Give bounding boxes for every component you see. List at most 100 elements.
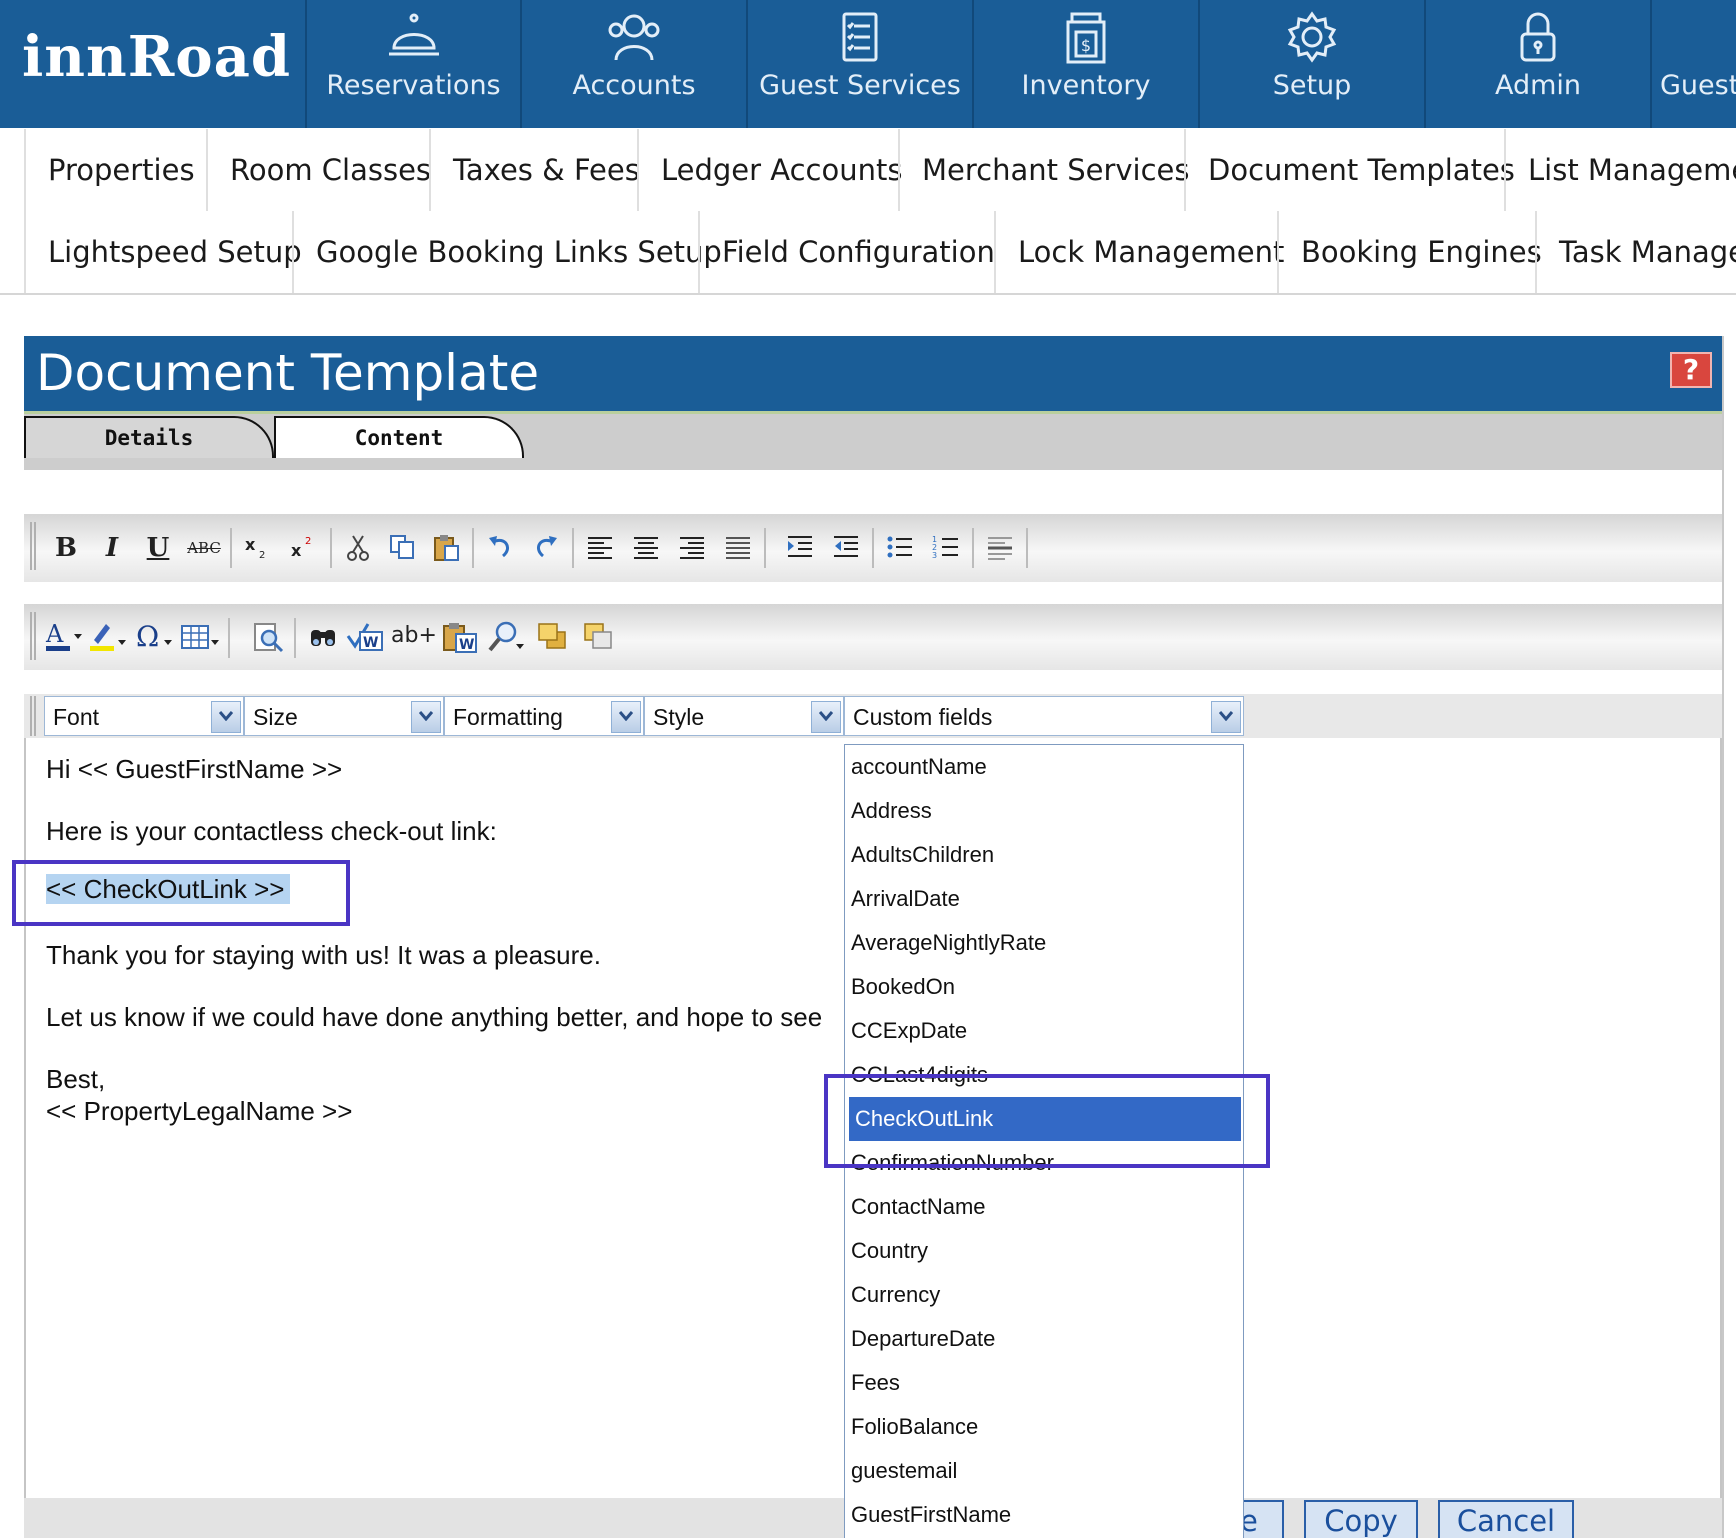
nav-reservations[interactable]: Reservations	[305, 0, 520, 128]
strikethrough-icon[interactable]: ABC	[184, 528, 224, 568]
right-panel-edge	[1722, 336, 1736, 1538]
nav-setup[interactable]: Setup	[1198, 0, 1424, 128]
size-select[interactable]: Size	[244, 696, 444, 736]
cut-icon[interactable]	[338, 528, 378, 568]
submenu-google-booking-links-setup[interactable]: Google Booking Links Setup	[292, 211, 722, 293]
preview-icon[interactable]	[248, 616, 288, 656]
bold-icon[interactable]: B	[46, 528, 86, 568]
paste-from-word-icon[interactable]: W	[440, 616, 480, 656]
font-color-icon[interactable]: A	[44, 616, 84, 656]
submenu-lightspeed-setup[interactable]: Lightspeed Setup	[24, 211, 302, 293]
submenu-field-configuration[interactable]: Field Configuration	[698, 211, 995, 293]
option-foliobalance[interactable]: FolioBalance	[845, 1405, 1243, 1449]
submenu-booking-engines[interactable]: Booking Engines	[1277, 211, 1542, 293]
font-select-label: Font	[53, 704, 100, 730]
submenu-properties[interactable]: Properties	[24, 129, 206, 211]
innroad-logo[interactable]: innRoad	[22, 24, 291, 90]
nav-accounts[interactable]: Accounts	[520, 0, 746, 128]
numbered-list-icon[interactable]: 123	[926, 528, 966, 568]
svg-text:2: 2	[259, 550, 265, 561]
option-address[interactable]: Address	[845, 789, 1243, 833]
outdent-icon[interactable]	[826, 528, 866, 568]
italic-icon[interactable]: I	[92, 528, 132, 568]
toolbar-separator	[572, 528, 574, 568]
redo-icon[interactable]	[526, 528, 566, 568]
underline-icon[interactable]: U	[138, 528, 178, 568]
copy-icon[interactable]	[382, 528, 422, 568]
bring-forward-icon[interactable]	[532, 616, 572, 656]
chevron-down-icon[interactable]	[811, 701, 841, 733]
align-left-icon[interactable]	[580, 528, 620, 568]
toolbar-separator	[228, 618, 230, 658]
page-title: Document Template	[36, 344, 540, 402]
option-adultschildren[interactable]: AdultsChildren	[845, 833, 1243, 877]
zoom-icon[interactable]	[486, 616, 526, 656]
tab-content[interactable]: Content	[274, 416, 524, 458]
help-button[interactable]: ?	[1670, 352, 1712, 388]
submenu-lock-management[interactable]: Lock Management	[994, 211, 1284, 293]
chevron-down-icon[interactable]	[1211, 701, 1241, 733]
nav-guest[interactable]: Guest	[1650, 0, 1736, 128]
subscript-icon[interactable]: x2	[238, 528, 278, 568]
option-bookedon[interactable]: BookedOn	[845, 965, 1243, 1009]
spellcheck-icon[interactable]: W	[346, 616, 386, 656]
custom-fields-select[interactable]: Custom fields	[844, 696, 1244, 736]
style-select[interactable]: Style	[644, 696, 844, 736]
submenu-task-manager[interactable]: Task Manager	[1535, 211, 1736, 293]
align-center-icon[interactable]	[626, 528, 666, 568]
indent-icon[interactable]	[780, 528, 820, 568]
editor-line-signoff[interactable]: Best,	[46, 1064, 105, 1095]
editor-line-greeting[interactable]: Hi << GuestFirstName >>	[46, 754, 342, 785]
option-country[interactable]: Country	[845, 1229, 1243, 1273]
special-character-icon[interactable]: Ω	[134, 616, 174, 656]
submenu-taxes-fees[interactable]: Taxes & Fees	[429, 129, 640, 211]
bulleted-list-icon[interactable]	[880, 528, 920, 568]
chevron-down-icon[interactable]	[611, 701, 641, 733]
undo-icon[interactable]	[480, 528, 520, 568]
cancel-button[interactable]: Cancel	[1438, 1500, 1574, 1538]
editor-line-thanks[interactable]: Thank you for staying with us! It was a …	[46, 940, 601, 971]
editor-line-property[interactable]: << PropertyLegalName >>	[46, 1096, 352, 1127]
nav-admin[interactable]: Admin	[1424, 0, 1650, 128]
option-contactname[interactable]: ContactName	[845, 1185, 1243, 1229]
superscript-icon[interactable]: x2	[284, 528, 324, 568]
nav-setup-label: Setup	[1272, 70, 1352, 101]
find-replace-icon[interactable]: ab+	[390, 616, 438, 656]
option-currency[interactable]: Currency	[845, 1273, 1243, 1317]
submenu-list-management[interactable]: List Managemen	[1504, 129, 1736, 211]
horizontal-rule-icon[interactable]	[980, 528, 1020, 568]
toolbar-separator	[1026, 528, 1028, 568]
font-select[interactable]: Font	[44, 696, 244, 736]
find-icon[interactable]	[304, 616, 344, 656]
option-fees[interactable]: Fees	[845, 1361, 1243, 1405]
submenu-merchant-services[interactable]: Merchant Services	[898, 129, 1190, 211]
paste-icon[interactable]	[426, 528, 466, 568]
setup-submenu-row1: Properties Room Classes Taxes & Fees Led…	[0, 129, 1736, 211]
insert-table-icon[interactable]	[180, 616, 220, 656]
option-guestfirstname[interactable]: GuestFirstName	[845, 1493, 1243, 1537]
justify-icon[interactable]	[718, 528, 758, 568]
copy-button[interactable]: Copy	[1304, 1500, 1418, 1538]
nav-inventory[interactable]: $ Inventory	[972, 0, 1198, 128]
tab-details[interactable]: Details	[24, 416, 274, 458]
svg-text:W: W	[363, 635, 378, 651]
formatting-select[interactable]: Formatting	[444, 696, 644, 736]
chevron-down-icon[interactable]	[411, 701, 441, 733]
submenu-document-templates[interactable]: Document Templates	[1184, 129, 1515, 211]
submenu-ledger-accounts[interactable]: Ledger Accounts	[637, 129, 903, 211]
editor-line-intro[interactable]: Here is your contactless check-out link:	[46, 816, 497, 847]
editor-line-feedback[interactable]: Let us know if we could have done anythi…	[46, 1002, 822, 1033]
option-ccexpdate[interactable]: CCExpDate	[845, 1009, 1243, 1053]
style-select-label: Style	[653, 704, 705, 730]
option-averagenightlyrate[interactable]: AverageNightlyRate	[845, 921, 1243, 965]
submenu-room-classes[interactable]: Room Classes	[206, 129, 431, 211]
option-accountname[interactable]: accountName	[845, 745, 1243, 789]
option-arrivaldate[interactable]: ArrivalDate	[845, 877, 1243, 921]
highlight-color-icon[interactable]	[88, 616, 128, 656]
align-right-icon[interactable]	[672, 528, 712, 568]
option-departuredate[interactable]: DepartureDate	[845, 1317, 1243, 1361]
send-backward-icon[interactable]	[578, 616, 618, 656]
nav-guest-services[interactable]: Guest Services	[746, 0, 972, 128]
option-guestemail[interactable]: guestemail	[845, 1449, 1243, 1493]
chevron-down-icon[interactable]	[211, 701, 241, 733]
